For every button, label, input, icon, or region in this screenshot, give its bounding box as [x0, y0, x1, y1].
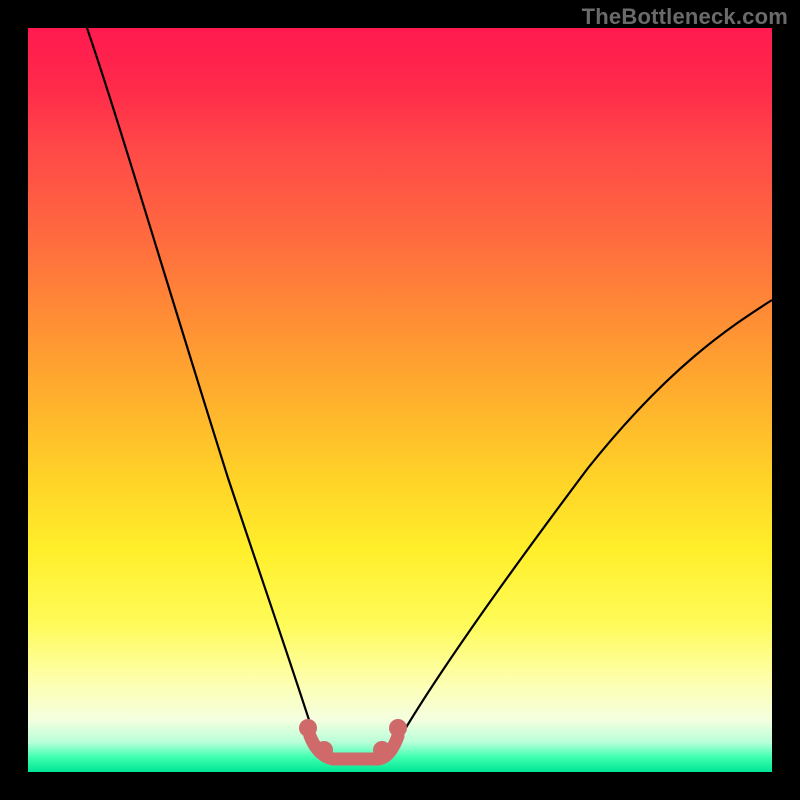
- marker-dot: [373, 741, 391, 759]
- marker-dot: [389, 719, 407, 737]
- plot-area: [28, 28, 772, 772]
- marker-dot: [299, 719, 317, 737]
- left-curve: [87, 28, 318, 748]
- right-curve: [394, 300, 772, 748]
- curve-layer: [28, 28, 772, 772]
- watermark-text: TheBottleneck.com: [582, 4, 788, 30]
- chart-frame: TheBottleneck.com: [0, 0, 800, 800]
- marker-dot: [315, 741, 333, 759]
